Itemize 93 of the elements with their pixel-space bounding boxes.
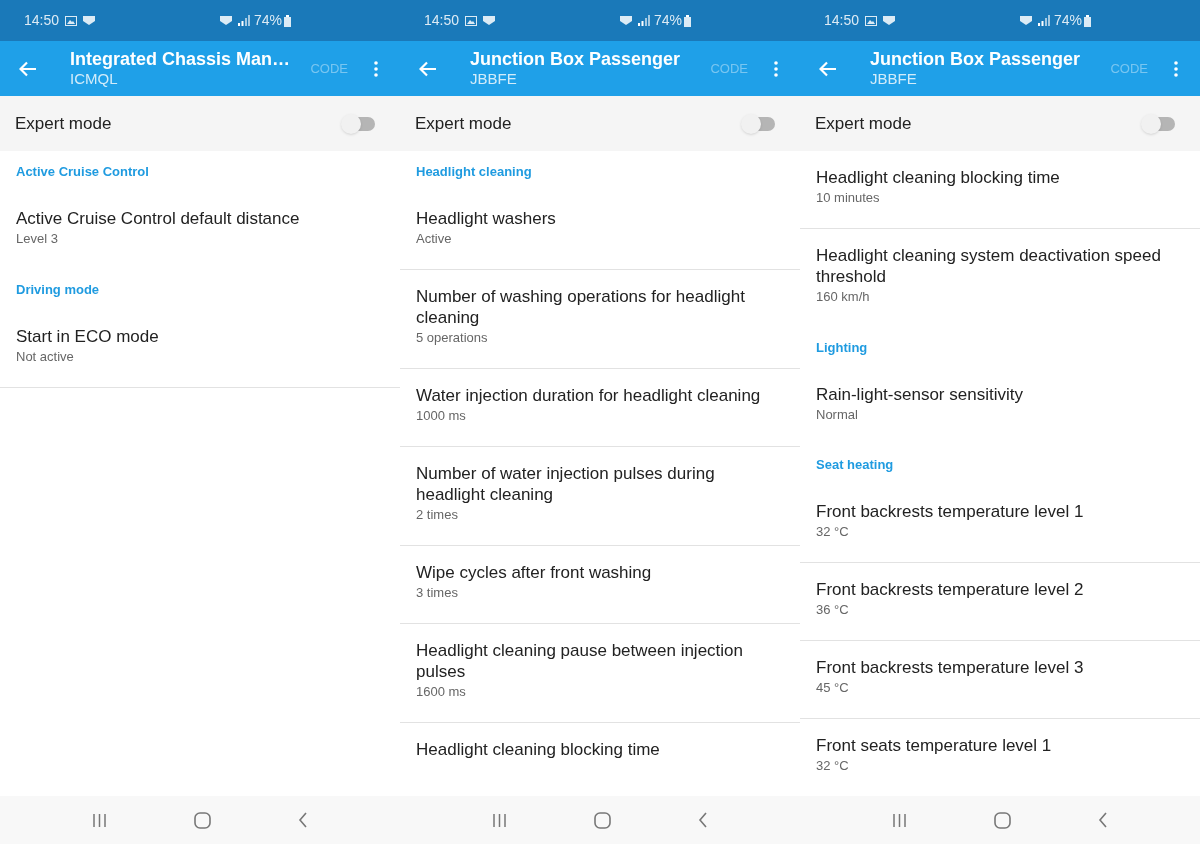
home-icon[interactable] xyxy=(194,811,211,829)
image-icon xyxy=(65,15,78,26)
expert-mode-switch[interactable] xyxy=(343,116,375,131)
section-header: Active Cruise Control xyxy=(16,162,149,181)
recent-apps-icon[interactable] xyxy=(491,812,507,828)
setting-title: Front seats temperature level 1 xyxy=(816,735,1053,756)
setting-value: 32 °C xyxy=(816,757,850,775)
battery-icon xyxy=(284,14,291,27)
home-icon[interactable] xyxy=(994,811,1011,829)
expert-mode-switch[interactable] xyxy=(1143,116,1175,131)
clock-time: 14:50 xyxy=(824,11,860,30)
signal-icon xyxy=(637,15,650,26)
setting-value: Level 3 xyxy=(16,230,59,248)
back-arrow-icon xyxy=(818,60,837,77)
setting-value: Normal xyxy=(816,405,859,424)
setting-row[interactable]: Front backrests temperature level 1 32 °C xyxy=(800,485,1200,563)
notification-icon xyxy=(483,16,496,25)
notification-icon xyxy=(619,16,632,25)
setting-value: Not active xyxy=(16,348,75,366)
setting-value: 2 times xyxy=(416,506,459,524)
expert-mode-switch[interactable] xyxy=(743,116,775,131)
more-icon xyxy=(774,60,778,77)
setting-row[interactable]: Front backrests temperature level 2 36 °C xyxy=(800,563,1200,641)
setting-row[interactable]: Front seats temperature level 1 32 °C xyxy=(800,719,1200,796)
setting-value: 1600 ms xyxy=(416,683,467,701)
section-header: Seat heating xyxy=(816,456,894,474)
notification-icon xyxy=(219,16,232,25)
battery-icon xyxy=(684,14,691,27)
screen-subtitle: ICMQL xyxy=(70,70,119,90)
setting-value: 10 minutes xyxy=(816,189,881,207)
setting-title: Active Cruise Control default distance xyxy=(16,208,301,229)
back-arrow-icon xyxy=(18,60,37,77)
image-icon xyxy=(465,15,478,26)
setting-title: Number of washing operations for headlight cleaning xyxy=(416,286,746,328)
setting-title: Headlight cleaning blocking time xyxy=(816,167,1061,188)
screen-title: Integrated Chassis Man… xyxy=(70,47,292,71)
setting-title: Headlight washers xyxy=(416,208,557,229)
battery-icon xyxy=(1084,14,1091,27)
section-header: Headlight cleaning xyxy=(416,162,532,181)
setting-title: Rain-light-sensor sensitivity xyxy=(816,383,1024,405)
back-icon[interactable] xyxy=(698,812,709,828)
more-icon xyxy=(374,60,378,77)
setting-row[interactable]: Headlight cleaning blocking time xyxy=(400,723,800,780)
screen-title: Junction Box Passenger xyxy=(470,47,682,71)
setting-title: Start in ECO mode xyxy=(16,326,160,347)
expert-mode-label: Expert mode xyxy=(415,112,513,135)
setting-title: Headlight cleaning blocking time xyxy=(416,739,661,760)
setting-value: 45 °C xyxy=(816,679,850,697)
clock-time: 14:50 xyxy=(424,11,460,30)
battery-percent: 74% xyxy=(253,11,282,30)
battery-percent: 74% xyxy=(653,11,682,30)
setting-title: Front backrests temperature level 3 xyxy=(816,657,1085,678)
setting-title: Wipe cycles after front washing xyxy=(416,562,653,583)
signal-icon xyxy=(1037,15,1050,26)
setting-title: Headlight cleaning pause between injection pulses xyxy=(416,640,744,682)
setting-row[interactable]: Headlight cleaning blocking time 10 minutes xyxy=(800,151,1200,229)
setting-row[interactable]: Active Cruise Control default distance Level 3 xyxy=(0,192,400,269)
clock-time: 14:50 xyxy=(24,11,60,30)
screen-subtitle: JBBFE xyxy=(870,70,918,90)
setting-value: 32 °C xyxy=(816,523,850,541)
setting-title: Front backrests temperature level 2 xyxy=(816,579,1085,600)
image-icon xyxy=(865,15,878,26)
setting-title: Headlight cleaning system deactivation speed threshold xyxy=(816,245,1162,287)
setting-title: Front backrests temperature level 1 xyxy=(816,501,1085,522)
section-header: Driving mode xyxy=(16,280,100,299)
setting-value: Active xyxy=(416,230,453,248)
back-icon[interactable] xyxy=(1098,812,1109,828)
notification-icon xyxy=(83,16,96,25)
notification-icon xyxy=(1019,16,1032,25)
recent-apps-icon[interactable] xyxy=(891,812,907,828)
screen-subtitle: JBBFE xyxy=(470,70,518,90)
back-icon[interactable] xyxy=(298,812,309,828)
notification-icon xyxy=(883,16,896,25)
setting-value: 36 °C xyxy=(816,601,850,619)
setting-title: Water injection duration for headlight cleaning xyxy=(416,385,762,406)
setting-value: 1000 ms xyxy=(416,407,467,425)
screen-title: Junction Box Passenger xyxy=(870,47,1082,71)
signal-icon xyxy=(237,15,250,26)
home-icon[interactable] xyxy=(594,811,611,829)
section-header: Lighting xyxy=(816,338,868,357)
setting-row[interactable]: Rain-light-sensor sensitivity Normal xyxy=(800,367,1200,445)
setting-row[interactable]: Front backrests temperature level 3 45 °C xyxy=(800,641,1200,719)
recent-apps-icon[interactable] xyxy=(91,812,107,828)
back-arrow-icon xyxy=(418,60,437,77)
setting-value: 160 km/h xyxy=(816,288,871,306)
setting-value: 3 times xyxy=(416,584,459,602)
setting-row[interactable]: Headlight cleaning system deactivation speed threshold 160 km/h xyxy=(800,229,1200,327)
more-icon xyxy=(1174,60,1178,77)
setting-value: 5 operations xyxy=(416,329,489,347)
expert-mode-label: Expert mode xyxy=(15,112,113,135)
setting-title: Number of water injection pulses during headlight cleaning xyxy=(416,463,716,505)
battery-percent: 74% xyxy=(1053,11,1082,30)
expert-mode-label: Expert mode xyxy=(815,112,913,135)
